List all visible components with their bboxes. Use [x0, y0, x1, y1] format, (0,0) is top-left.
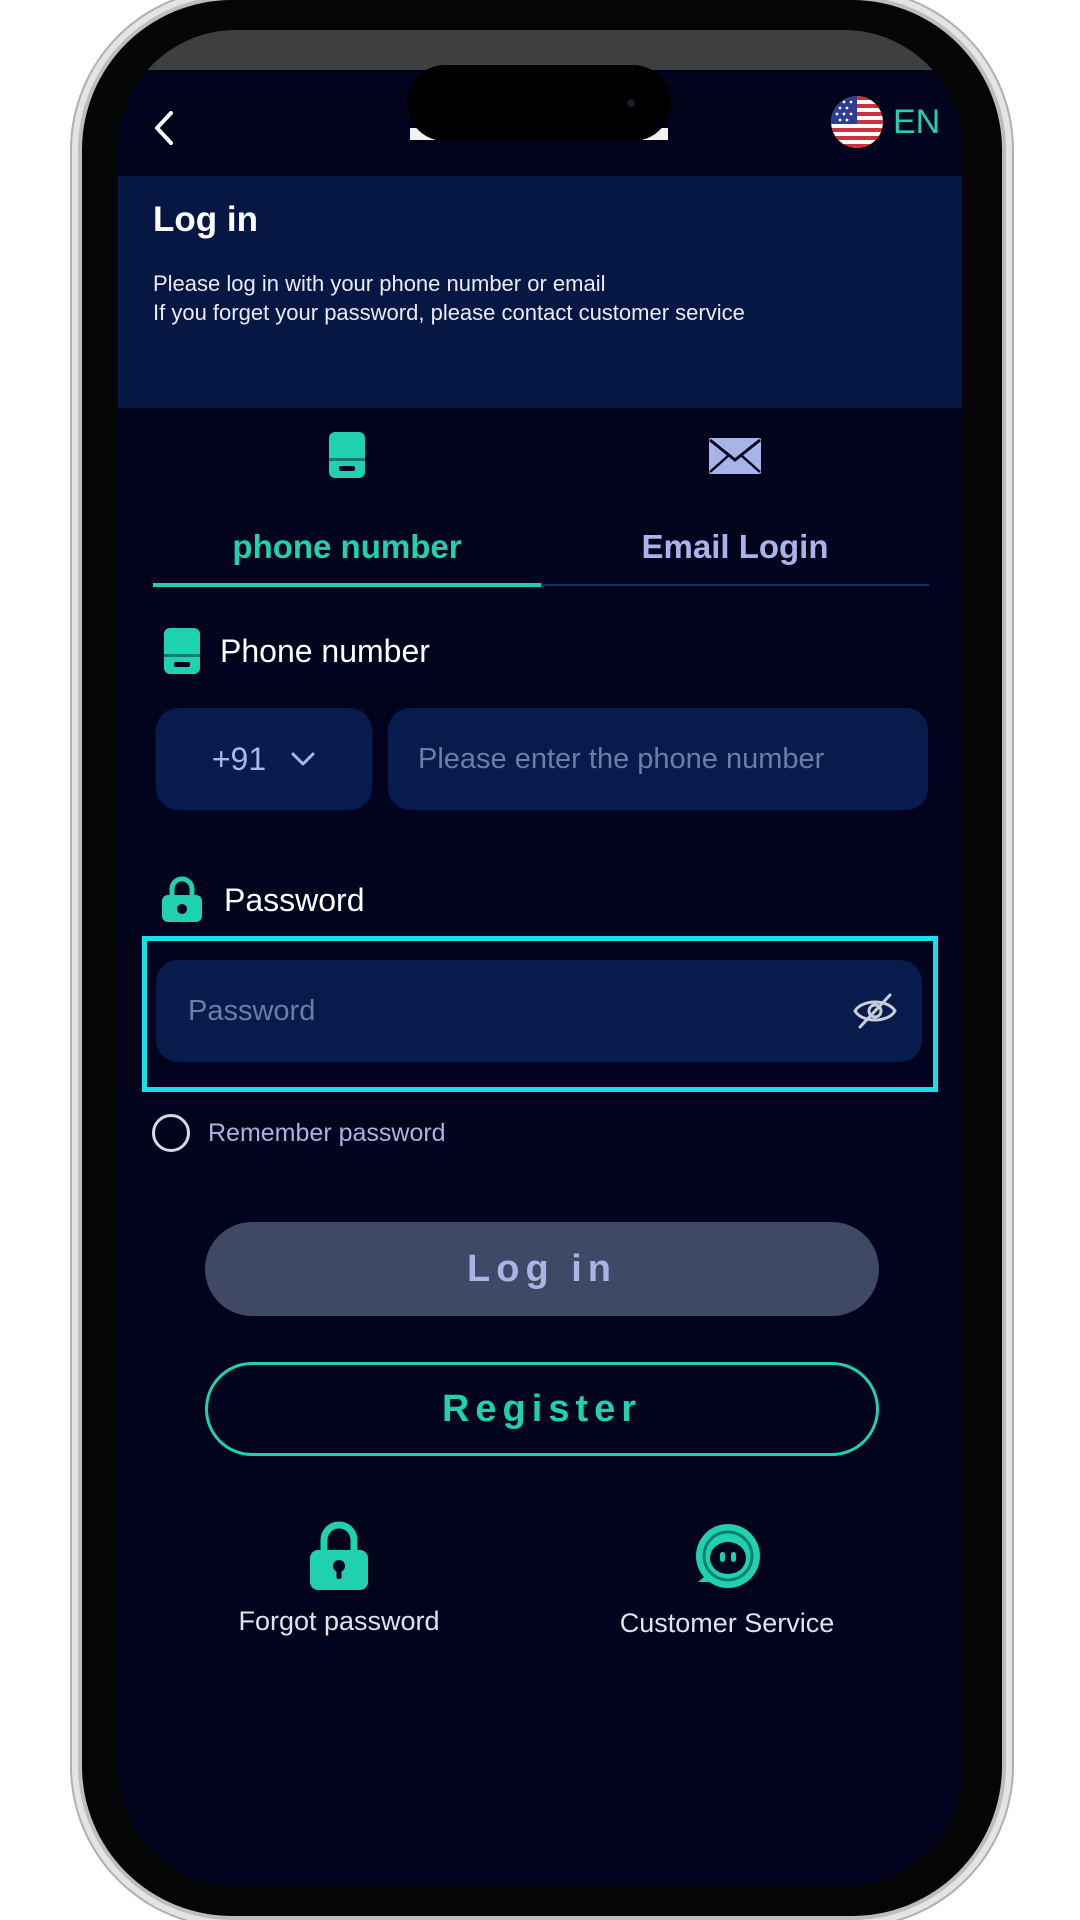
password-placeholder: Password	[188, 994, 316, 1027]
phone-icon	[164, 628, 200, 674]
phone-screen: EN Log in Please log in with your phone …	[118, 30, 962, 1886]
login-button[interactable]: Log in	[205, 1222, 879, 1316]
chevron-left-icon	[155, 111, 173, 145]
page-title: Log in	[153, 200, 258, 239]
language-code: EN	[893, 102, 941, 141]
phone-number-input[interactable]: Please enter the phone number	[388, 708, 928, 810]
phone-icon	[329, 432, 365, 478]
envelope-icon	[709, 438, 761, 474]
back-button[interactable]	[144, 108, 184, 148]
forgot-password-link[interactable]: Forgot password	[189, 1520, 489, 1637]
lock-icon	[310, 1521, 368, 1590]
password-input[interactable]: Password	[156, 960, 922, 1062]
customer-service-label: Customer Service	[619, 1608, 835, 1638]
password-label-text: Password	[224, 881, 365, 918]
tab-label: phone number	[232, 528, 462, 565]
customer-service-link[interactable]: Customer Service	[577, 1520, 877, 1639]
remember-password-radio[interactable]	[152, 1114, 190, 1152]
remember-password-label: Remember password	[208, 1118, 446, 1147]
country-code: +91	[211, 740, 267, 777]
active-tab-indicator	[153, 583, 541, 587]
eye-off-icon[interactable]	[852, 991, 898, 1031]
tab-email-login[interactable]: Email Login	[541, 430, 929, 584]
us-flag-icon	[831, 96, 883, 148]
forgot-password-label: Forgot password	[238, 1606, 440, 1636]
password-label: Password	[158, 876, 365, 924]
headset-support-icon	[696, 1524, 760, 1588]
header-panel: Log in Please log in with your phone num…	[118, 176, 962, 408]
register-button[interactable]: Register	[205, 1362, 879, 1456]
status-bar	[118, 30, 962, 70]
dynamic-island	[407, 65, 671, 141]
tab-divider	[541, 584, 929, 586]
remember-password[interactable]: Remember password	[152, 1114, 446, 1152]
instruction-line-1: Please log in with your phone number or …	[153, 271, 606, 296]
phone-number-label-text: Phone number	[220, 632, 430, 669]
tab-phone-number[interactable]: phone number	[153, 430, 541, 584]
camera-dot	[627, 99, 635, 107]
country-code-select[interactable]: +91	[156, 708, 372, 810]
chevron-down-icon	[291, 752, 315, 766]
phone-number-placeholder: Please enter the phone number	[418, 742, 825, 775]
phone-number-label: Phone number	[162, 626, 430, 676]
tab-label: Email Login	[641, 528, 829, 565]
lock-icon	[162, 876, 202, 922]
login-instructions: Please log in with your phone number or …	[153, 269, 745, 327]
login-method-tabs: phone number Email Login	[153, 430, 929, 590]
language-selector[interactable]: EN	[831, 96, 940, 148]
instruction-line-2: If you forget your password, please cont…	[153, 300, 745, 325]
